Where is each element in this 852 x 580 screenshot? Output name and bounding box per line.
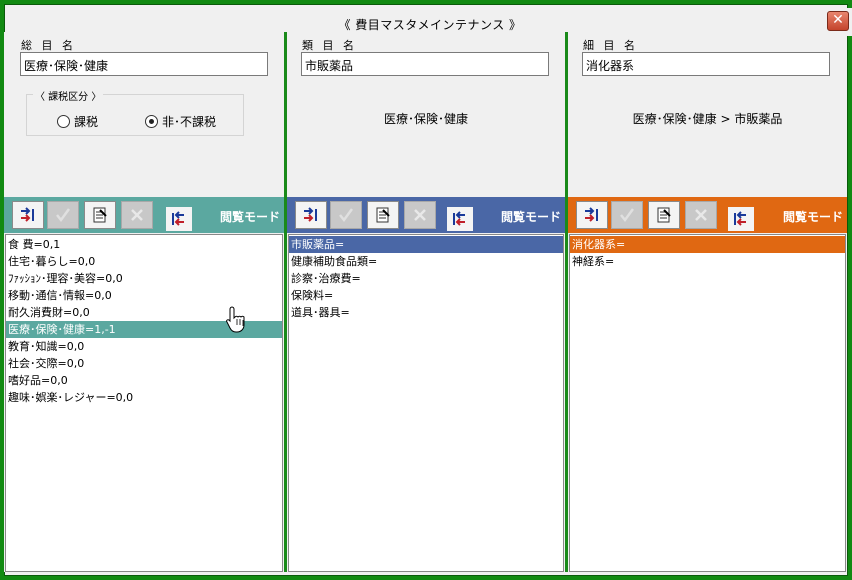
sub-category-path: 医療･保険･健康 (383, 112, 468, 126)
confirm-button[interactable] (330, 201, 362, 229)
list-item[interactable]: 移動･通信･情報=0,0 (6, 287, 282, 304)
taxable-radio-label: 課税 (74, 115, 99, 129)
delete-icon (695, 209, 707, 221)
edit-document-icon (657, 207, 671, 223)
category-column-main: 総 目 名 医療･保険･健康 〈 課税区分 〉 課税 非･不課税 閲覧モード 食… (4, 32, 284, 572)
confirm-button[interactable] (47, 201, 79, 229)
confirm-button[interactable] (611, 201, 643, 229)
list-item[interactable]: 趣味･娯楽･レジャー=0,0 (6, 389, 282, 406)
edit-button[interactable] (648, 201, 680, 229)
checkmark-icon (339, 208, 354, 223)
list-item[interactable]: ﾌｧｯｼｮﾝ･理容･美容=0,0 (6, 270, 282, 287)
edit-button[interactable] (84, 201, 116, 229)
detail-category-input[interactable]: 消化器系 (582, 52, 830, 76)
add-item-icon (304, 207, 317, 222)
sub-category-label: 類 目 名 (302, 39, 357, 52)
category-column-detail: 細 目 名 消化器系 医療･保険･健康 > 市販薬品 閲覧モード 消化器系= 神経… (568, 32, 847, 572)
delete-button[interactable] (404, 201, 436, 229)
move-item-button[interactable] (447, 207, 473, 231)
edit-document-icon (93, 207, 107, 223)
taxable-radio-circle[interactable] (57, 115, 70, 128)
delete-button[interactable] (121, 201, 153, 229)
move-item-button[interactable] (166, 207, 192, 231)
add-item-button[interactable] (12, 201, 44, 229)
list-item[interactable]: 健康補助食品類= (289, 253, 563, 270)
edit-button[interactable] (367, 201, 399, 229)
list-item[interactable]: 社会･交際=0,0 (6, 355, 282, 372)
add-item-button[interactable] (295, 201, 327, 229)
delete-icon (414, 209, 426, 221)
sub-category-list[interactable]: 市販薬品= 健康補助食品類= 診察･治療費= 保険料= 道具･器具= (288, 234, 564, 572)
window-title: 《 費目マスタメインテナンス 》 (338, 18, 522, 32)
non-taxable-radio-label: 非･不課税 (162, 115, 217, 129)
detail-category-path: 医療･保険･健康 > 市販薬品 (632, 112, 783, 126)
sub-category-input[interactable]: 市販薬品 (301, 52, 549, 76)
list-item[interactable]: 消化器系= (570, 236, 845, 253)
list-item[interactable]: 保険料= (289, 287, 563, 304)
move-item-icon (734, 211, 746, 226)
tax-classification-group: 〈 課税区分 〉 課税 非･不課税 (26, 88, 244, 136)
list-item[interactable]: 診察･治療費= (289, 270, 563, 287)
move-item-icon (453, 211, 465, 226)
add-item-button[interactable] (576, 201, 608, 229)
detail-category-list[interactable]: 消化器系= 神経系= (569, 234, 846, 572)
mode-label: 閲覧モード (500, 210, 561, 224)
list-item[interactable]: 食 費=0,1 (6, 236, 282, 253)
main-category-label: 総 目 名 (21, 39, 76, 52)
detail-category-toolbar: 閲覧モード (568, 197, 847, 233)
taxable-radio[interactable]: 課税 (57, 113, 98, 130)
list-item[interactable]: 神経系= (570, 253, 845, 270)
add-item-icon (585, 207, 598, 222)
add-item-icon (21, 207, 34, 222)
list-item[interactable]: 教育･知識=0,0 (6, 338, 282, 355)
move-item-button[interactable] (728, 207, 754, 231)
main-category-input[interactable]: 医療･保険･健康 (20, 52, 268, 76)
list-item[interactable]: 嗜好品=0,0 (6, 372, 282, 389)
mode-label: 閲覧モード (219, 210, 280, 224)
delete-button[interactable] (685, 201, 717, 229)
non-taxable-radio[interactable]: 非･不課税 (145, 113, 216, 130)
move-item-icon (172, 211, 184, 226)
delete-icon (131, 209, 143, 221)
hand-cursor-icon (226, 306, 245, 333)
detail-category-label: 細 目 名 (583, 39, 638, 52)
mode-label: 閲覧モード (782, 210, 843, 224)
category-column-sub: 類 目 名 市販薬品 医療･保険･健康 閲覧モード 市販薬品= 健康補助食品類= 診… (287, 32, 565, 572)
main-category-toolbar: 閲覧モード (4, 197, 284, 233)
list-item[interactable]: 道具･器具= (289, 304, 563, 321)
sub-category-toolbar: 閲覧モード (287, 197, 565, 233)
main-category-list[interactable]: 食 費=0,1 住宅･暮らし=0,0 ﾌｧｯｼｮﾝ･理容･美容=0,0 移動･通信･情… (5, 234, 283, 572)
list-item[interactable]: 住宅･暮らし=0,0 (6, 253, 282, 270)
checkmark-icon (56, 208, 71, 223)
non-taxable-radio-circle[interactable] (145, 115, 158, 128)
close-button[interactable]: ✕ (827, 11, 849, 31)
checkmark-icon (620, 208, 635, 223)
list-item[interactable]: 市販薬品= (289, 236, 563, 253)
tax-classification-legend: 〈 課税区分 〉 (33, 88, 104, 103)
edit-document-icon (376, 207, 390, 223)
